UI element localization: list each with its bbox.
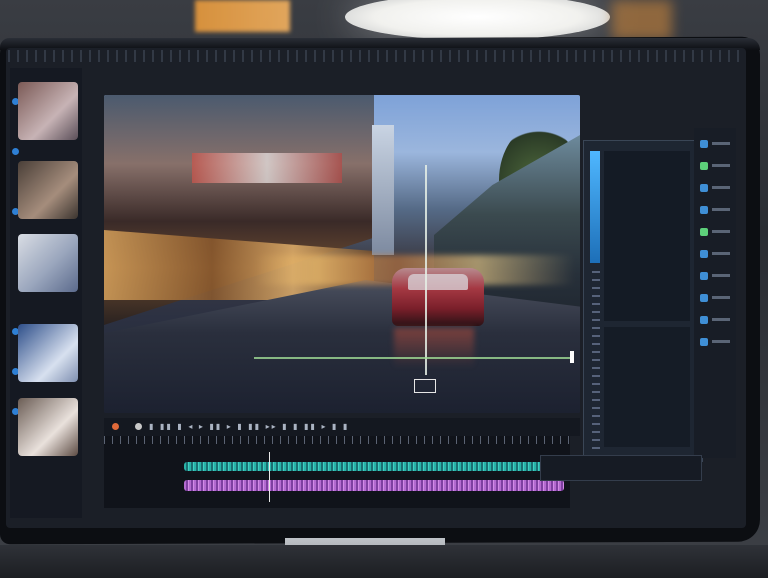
top-ruler — [8, 50, 744, 62]
clip-thumbnail[interactable] — [18, 324, 78, 382]
property-icon[interactable] — [700, 272, 708, 280]
property-row — [712, 318, 730, 321]
car-reflection — [394, 328, 474, 368]
property-icon[interactable] — [700, 228, 708, 236]
property-icon[interactable] — [700, 338, 708, 346]
media-bin — [10, 68, 82, 518]
property-row — [712, 252, 730, 255]
clip-thumbnail[interactable] — [18, 398, 78, 456]
vertical-guide[interactable] — [425, 165, 427, 375]
marker-icon[interactable] — [134, 423, 142, 430]
property-row — [712, 142, 730, 145]
property-icon[interactable] — [700, 162, 708, 170]
property-icon[interactable] — [700, 250, 708, 258]
crosshair-box[interactable] — [414, 379, 436, 393]
property-row — [712, 274, 730, 277]
scope-display-lower — [604, 327, 690, 447]
properties-panel — [694, 128, 736, 458]
level-meter — [590, 151, 600, 263]
window-glow — [195, 0, 290, 32]
clip-thumbnail[interactable] — [18, 234, 78, 292]
clip-thumbnail[interactable] — [18, 161, 78, 219]
property-icon[interactable] — [700, 184, 708, 192]
scopes-panel — [583, 140, 703, 462]
distant-tower — [372, 125, 394, 255]
video-preview[interactable] — [104, 95, 580, 413]
property-icon[interactable] — [700, 294, 708, 302]
horizontal-guide[interactable] — [254, 357, 572, 359]
property-row — [712, 296, 730, 299]
audio-track-teal[interactable] — [184, 462, 564, 471]
property-row — [712, 164, 730, 167]
selection-dot — [12, 148, 19, 155]
meter-ticks — [592, 271, 600, 451]
panel-footer — [540, 455, 702, 481]
playhead[interactable] — [269, 452, 270, 502]
guide-handle[interactable] — [570, 351, 574, 363]
property-icon[interactable] — [700, 316, 708, 324]
window-glow-right — [612, 0, 672, 40]
record-icon[interactable] — [112, 423, 119, 430]
property-row — [712, 186, 730, 189]
scope-display — [604, 151, 690, 321]
property-row — [712, 208, 730, 211]
desk — [0, 545, 768, 578]
property-row — [712, 230, 730, 233]
property-icon[interactable] — [700, 206, 708, 214]
timeline[interactable] — [104, 436, 570, 508]
control-strip: ▮ ▮▮ ▮ ◂ ▸ ▮▮ ▸ ▮ ▮▮ ▸▸ ▮ ▮ ▮▮ ▸ ▮ ▮ — [149, 422, 350, 431]
shop-sign — [192, 153, 342, 183]
clip-thumbnail[interactable] — [18, 82, 78, 140]
red-car — [392, 268, 484, 326]
transport-controls[interactable]: ▮ ▮▮ ▮ ◂ ▸ ▮▮ ▸ ▮ ▮▮ ▸▸ ▮ ▮ ▮▮ ▸ ▮ ▮ — [104, 418, 580, 436]
audio-track-purple[interactable] — [184, 480, 564, 491]
property-row — [712, 340, 730, 343]
property-icon[interactable] — [700, 140, 708, 148]
timeline-ruler — [104, 436, 570, 444]
